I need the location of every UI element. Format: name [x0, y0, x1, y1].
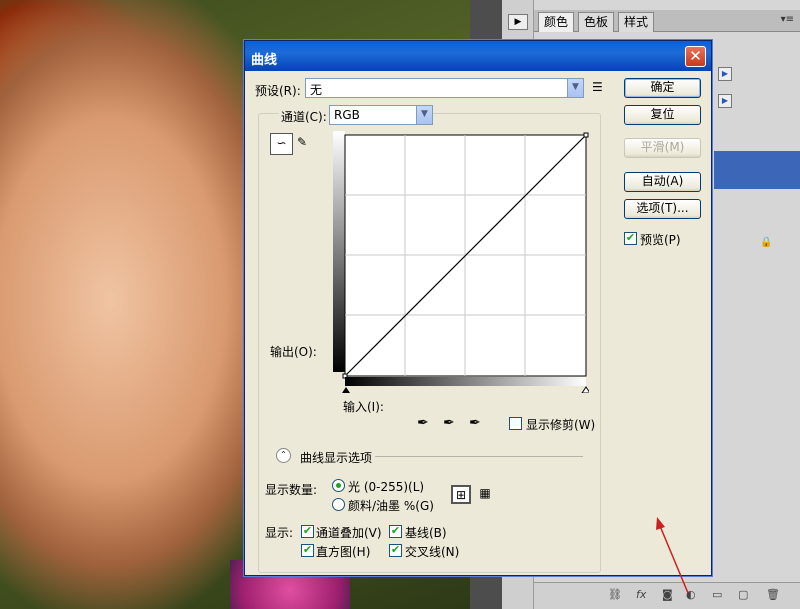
intersection-label: 交叉线(N): [405, 545, 460, 559]
histogram-checkbox[interactable]: ✔: [301, 544, 314, 557]
tab-color[interactable]: 颜色: [538, 12, 575, 32]
ok-button[interactable]: 确定: [624, 78, 701, 98]
smooth-button[interactable]: 平滑(M): [624, 138, 701, 158]
chevron-down-icon: ▼: [567, 79, 583, 97]
panel-tabs: 颜色 色板 样式 ▾≡: [534, 10, 800, 32]
pigment-option-label: 颜料/油墨 %(G): [348, 499, 434, 513]
channel-label: 通道(C):: [278, 108, 330, 125]
preview-checkbox[interactable]: ✔: [624, 232, 637, 245]
curves-dialog: 曲线 ✕ 预设(R): 无 ▼ ☰ 通道(C): RGB ▼ ∽ ✎ 输出(O)…: [244, 40, 712, 576]
output-gradient: [333, 131, 345, 372]
white-point-slider[interactable]: [581, 386, 589, 393]
grid-simple-icon[interactable]: ⊞: [451, 485, 471, 504]
channel-overlay-checkbox[interactable]: ✔: [301, 525, 314, 538]
tab-styles[interactable]: 样式: [618, 12, 655, 32]
auto-button[interactable]: 自动(A): [624, 172, 701, 192]
intersection-checkbox[interactable]: ✔: [389, 544, 402, 557]
close-button[interactable]: ✕: [685, 46, 706, 67]
preview-label: 预览(P): [640, 233, 681, 247]
curve-graph[interactable]: [333, 131, 589, 393]
collapse-icon[interactable]: ⌃: [276, 448, 291, 463]
preset-select[interactable]: 无 ▼: [305, 78, 584, 98]
preset-label: 预设(R):: [255, 84, 301, 98]
curve-tool-icon[interactable]: ∽: [270, 133, 293, 155]
light-option-label: 光 (0-255)(L): [348, 480, 425, 494]
light-radio[interactable]: [332, 479, 345, 492]
channel-select[interactable]: RGB ▼: [329, 105, 433, 125]
pigment-radio[interactable]: [332, 498, 345, 511]
adjustment-icon[interactable]: ◐: [686, 588, 696, 601]
options-button[interactable]: 选项(T)...: [624, 199, 701, 219]
gray-eyedropper-icon[interactable]: ✒: [443, 415, 455, 431]
baseline-checkbox[interactable]: ✔: [389, 525, 402, 538]
panel-menu-icon[interactable]: ▾≡: [781, 14, 794, 25]
dialog-title: 曲线: [251, 53, 278, 68]
fx-icon[interactable]: fx: [636, 588, 646, 601]
show-label: 显示:: [265, 526, 294, 540]
curve-options-label: 曲线显示选项: [300, 451, 373, 465]
tab-swatches[interactable]: 色板: [578, 12, 615, 32]
white-eyedropper-icon[interactable]: ✒: [469, 415, 481, 431]
show-amount-label: 显示数量:: [265, 483, 318, 497]
curve-point[interactable]: [583, 132, 589, 138]
expand-icon[interactable]: ▶: [718, 67, 732, 81]
reset-button[interactable]: 复位: [624, 105, 701, 125]
new-layer-icon[interactable]: ▢: [738, 588, 748, 601]
preset-options-icon[interactable]: ☰: [592, 80, 603, 94]
selected-layer-row[interactable]: [714, 151, 800, 189]
divider: [375, 456, 583, 457]
link-icon[interactable]: ⛓: [608, 588, 622, 601]
panel-bottom-bar: ⛓ fx ◙ ◐ ▭ ▢ 🗑: [534, 582, 800, 609]
play-icon[interactable]: ▶: [508, 14, 528, 30]
pencil-icon[interactable]: ✎: [297, 135, 307, 149]
trash-icon[interactable]: 🗑: [766, 588, 780, 601]
baseline-label: 基线(B): [405, 526, 447, 540]
lock-icon: 🔒: [760, 237, 773, 248]
output-label: 输出(O):: [270, 345, 317, 359]
preset-value: 无: [310, 83, 323, 97]
grid-detailed-icon[interactable]: ▦: [475, 485, 495, 504]
folder-icon[interactable]: ▭: [712, 588, 722, 601]
chevron-down-icon: ▼: [416, 106, 432, 124]
input-label: 输入(I):: [343, 400, 384, 414]
input-gradient: [345, 377, 586, 386]
dialog-titlebar[interactable]: 曲线: [245, 41, 711, 71]
black-point-slider[interactable]: [342, 387, 350, 393]
expand-icon[interactable]: ▶: [718, 94, 732, 108]
channel-value: RGB: [334, 108, 360, 122]
black-eyedropper-icon[interactable]: ✒: [417, 415, 429, 431]
mask-icon[interactable]: ◙: [662, 588, 673, 601]
channel-overlay-label: 通道叠加(V): [316, 526, 382, 540]
show-clipping-checkbox[interactable]: [509, 417, 522, 430]
show-clipping-label: 显示修剪(W): [526, 418, 596, 432]
histogram-label: 直方图(H): [316, 545, 371, 559]
